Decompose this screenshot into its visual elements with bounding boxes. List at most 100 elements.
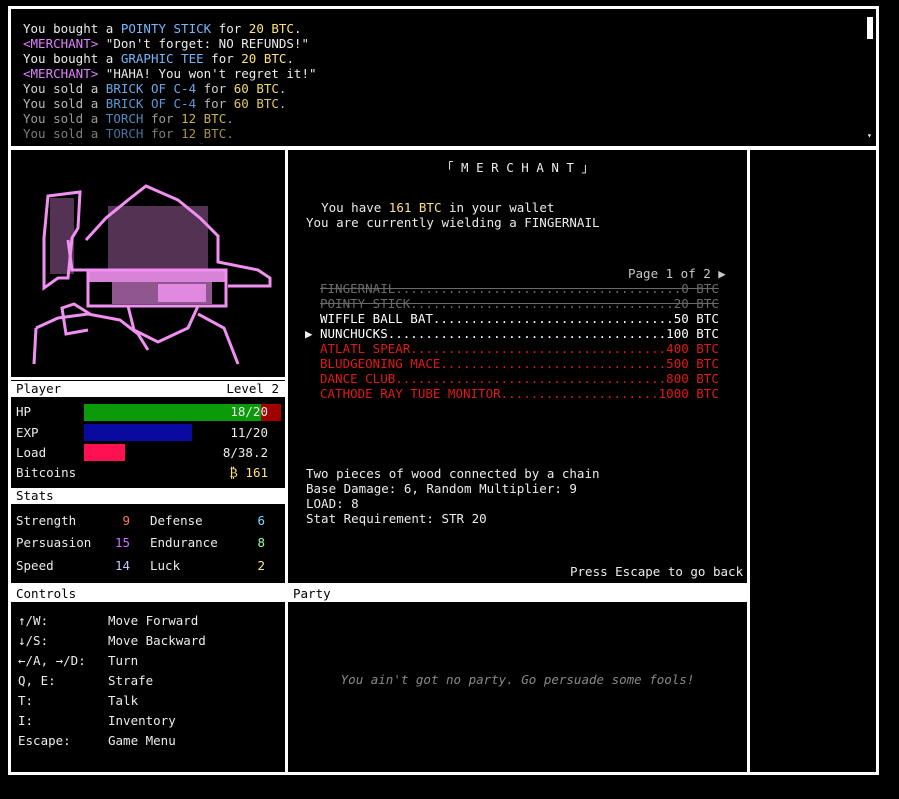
stat-value: 9 [122, 513, 130, 528]
shop-item[interactable]: FINGERNAIL..............................… [320, 281, 719, 296]
description-line: Stat Requirement: STR 20 [306, 511, 487, 526]
shop-item[interactable]: DANCE CLUB..............................… [320, 371, 719, 386]
shop-item[interactable]: CATHODE RAY TUBE MONITOR................… [320, 386, 719, 401]
party-header: Party [288, 586, 747, 602]
log-segment: You sold a [23, 81, 106, 96]
log-segment: . [293, 21, 302, 36]
log-segment: . [226, 126, 234, 141]
party-empty-message: You ain't got no party. Go persuade some… [340, 672, 695, 687]
shop-item[interactable]: NUNCHUCKS...............................… [320, 326, 719, 341]
control-key: Escape: [18, 733, 71, 748]
selection-cursor-icon: ▶ [305, 326, 313, 341]
stat-value: 14 [114, 558, 130, 573]
bitcoins-value: ₿ 161 [229, 465, 268, 480]
shop-item[interactable]: WIFFLE BALL BAT.........................… [320, 311, 719, 326]
stat-label: Luck [150, 558, 181, 573]
player-header-label: Player [16, 381, 62, 396]
stat-label: Strength [16, 513, 77, 528]
log-segment: "Don't forget: NO REFUNDS!" [98, 36, 309, 51]
log-segment: "HAHA! You won't regret it!" [98, 66, 317, 81]
log-segment: for [143, 126, 182, 141]
log-segment: You bought a [23, 51, 121, 66]
log-segment: for [189, 141, 227, 144]
stat-value: 6 [257, 513, 265, 528]
player-header: Player Level 2 [11, 381, 285, 397]
control-key: ↑/W: [18, 613, 49, 628]
control-action: Inventory [108, 713, 176, 728]
control-action: Strafe [108, 673, 154, 688]
control-action: Turn [108, 653, 139, 668]
log-scrollbar-thumb[interactable] [867, 17, 873, 39]
log-segment: TORCH [105, 126, 144, 141]
control-action: Game Menu [108, 733, 176, 748]
control-action: Move Backward [108, 633, 206, 648]
message-log: You bought a POINTY STICK for 20 BTC. <ME… [23, 21, 853, 144]
merchant-portrait [32, 184, 272, 365]
stat-value: 2 [257, 558, 265, 573]
load-bar [84, 444, 125, 461]
description-line: Base Damage: 6, Random Multiplier: 9 [306, 481, 577, 496]
log-segment: <MERCHANT> [23, 36, 99, 51]
shop-item[interactable]: BLUDGEONING MACE........................… [320, 356, 719, 371]
log-segment: You sold a [23, 126, 106, 141]
log-segment: <MERCHANT> [23, 66, 99, 81]
wallet-suffix: in your wallet [441, 200, 555, 215]
wielding-line: You are currently wielding a FINGERNAIL [306, 215, 600, 230]
stat-label: Endurance [150, 535, 218, 550]
log-segment: for [203, 51, 242, 66]
stat-label: Persuasion [16, 535, 92, 550]
shop-item[interactable]: ATLATL SPEAR............................… [320, 341, 719, 356]
log-segment: You bought a [23, 21, 121, 36]
control-action: Move Forward [108, 613, 199, 628]
stat-label: Defense [150, 513, 203, 528]
log-segment: . [278, 96, 287, 111]
log-segment: for [196, 81, 234, 96]
log-segment: TORCH [105, 111, 144, 126]
bitcoins-label: Bitcoins [16, 465, 77, 480]
control-key: ↓/S: [18, 633, 49, 648]
log-segment: You sold a [23, 96, 106, 111]
merchant-title: 「 M E R C H A N T 」 [441, 160, 594, 175]
controls-header: Controls [11, 586, 285, 602]
exp-value: 11/20 [230, 425, 268, 440]
control-action: Talk [108, 693, 139, 708]
stats-header: Stats [11, 488, 285, 504]
log-segment: BRICK OF C-4 [105, 96, 197, 111]
log-line: You sold a TORCH for 12 BTC. [23, 111, 234, 126]
log-segment: 4 BTC [226, 141, 264, 144]
log-line: <MERCHANT> "Don't forget: NO REFUNDS!" [23, 36, 309, 51]
log-segment: . [286, 51, 294, 66]
divider-portrait [11, 377, 285, 380]
log-line: You sold a BRICK OF C-4 for 60 BTC. [23, 81, 286, 96]
log-segment: . [226, 111, 234, 126]
description-line: Two pieces of wood connected by a chain [306, 466, 600, 481]
player-level: Level 2 [226, 381, 279, 396]
wallet-amount: 161 BTC [388, 200, 442, 215]
log-segment: 12 BTC [181, 126, 227, 141]
stat-label: Speed [16, 558, 54, 573]
log-segment: . [264, 141, 272, 144]
log-line: You sold a TORCH for 12 BTC. [23, 126, 234, 141]
log-segment: POINTY STICK [120, 21, 212, 36]
wallet-prefix: You have [321, 200, 389, 215]
wallet-line: You have 161 BTC in your wallet [306, 185, 554, 215]
control-key: ←/A, →/D: [18, 653, 86, 668]
escape-hint: Press Escape to go back [570, 564, 744, 579]
log-segment: . [278, 81, 287, 96]
log-scroll-down-arrow[interactable]: ▾ [867, 132, 873, 140]
shop-item[interactable]: POINTY STICK............................… [320, 296, 719, 311]
page-indicator[interactable]: Page 1 of 2 ▶ [628, 266, 726, 281]
log-segment: BRICK OF C-4 [105, 81, 197, 96]
log-segment: 20 BTC [248, 21, 294, 36]
log-segment: DOWSING ROD [106, 141, 189, 144]
log-segment: for [211, 21, 249, 36]
load-value: 8/38.2 [222, 445, 268, 460]
log-segment: for [196, 96, 234, 111]
log-segment: 12 BTC [181, 111, 227, 126]
exp-bar [84, 424, 192, 441]
log-segment: 20 BTC [241, 51, 287, 66]
divider-right [747, 149, 750, 772]
control-key: Q, E: [18, 673, 56, 688]
description-line: LOAD: 8 [306, 496, 359, 511]
hp-label: HP [16, 404, 32, 419]
